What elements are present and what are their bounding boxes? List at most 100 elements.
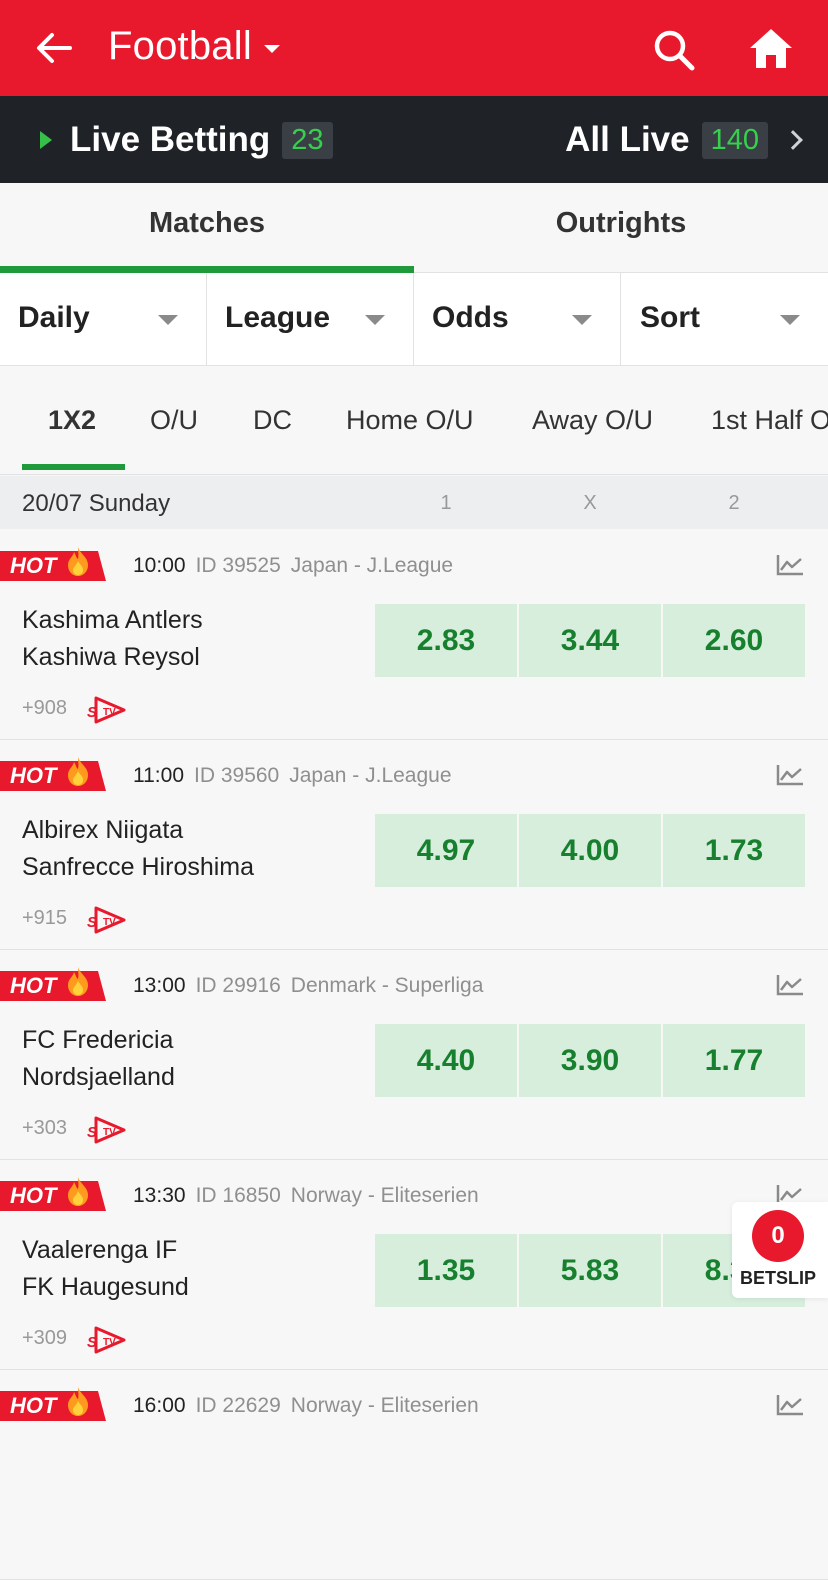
match-id: ID 39525: [195, 554, 281, 577]
svg-text:TV: TV: [103, 1127, 116, 1138]
market-tab-1x2[interactable]: 1X2: [48, 405, 96, 436]
odds-button[interactable]: 1.73: [663, 814, 805, 887]
stats-chart-icon[interactable]: [776, 554, 804, 576]
market-tab-away-ou[interactable]: Away O/U: [532, 405, 653, 436]
chevron-down-icon: [780, 315, 800, 325]
betslip-label: BETSLIP: [740, 1268, 817, 1288]
filter-label: Odds: [432, 301, 509, 334]
market-tabs: 1X2 O/U DC Home O/U Away O/U 1st Half O: [0, 367, 828, 475]
match-id: ID 22629: [195, 1394, 281, 1417]
filter-label: Sort: [640, 301, 700, 334]
hot-badge: HOT: [0, 757, 106, 791]
match-info: 13:00 ID 29916 Denmark - Superliga: [133, 974, 483, 998]
odds-button[interactable]: 4.97: [375, 814, 517, 887]
back-arrow-icon[interactable]: [34, 28, 74, 68]
svg-text:S: S: [87, 914, 97, 931]
odds-button[interactable]: 1.77: [663, 1024, 805, 1097]
hot-label: HOT: [10, 1393, 57, 1418]
match-info: 11:00 ID 39560 Japan - J.League: [133, 764, 452, 788]
hot-badge: HOT: [0, 547, 106, 581]
all-live-link[interactable]: All Live 140: [565, 120, 803, 160]
live-tv-icon[interactable]: S TV: [86, 694, 128, 726]
odds-button[interactable]: 1.35: [375, 1234, 517, 1307]
filter-league[interactable]: League: [207, 273, 414, 366]
match-row[interactable]: HOT 13:00 ID 29916 Denmark - Superliga FC Fr…: [0, 950, 828, 1160]
away-team: Kashiwa Reysol: [22, 643, 200, 671]
market-tab-indicator: [22, 464, 125, 470]
all-live-label: All Live: [565, 120, 690, 159]
odds-button[interactable]: 4.00: [519, 814, 661, 887]
live-betting-label: Live Betting: [70, 120, 271, 159]
stats-chart-icon[interactable]: [776, 974, 804, 996]
hot-badge: HOT: [0, 1387, 106, 1421]
live-tv-icon[interactable]: S TV: [86, 904, 128, 936]
live-betting-count: 23: [282, 121, 333, 159]
odds-button[interactable]: 3.44: [519, 604, 661, 677]
odds-button[interactable]: 4.40: [375, 1024, 517, 1097]
hot-badge: HOT: [0, 967, 106, 1001]
main-tabs: Matches Outrights: [0, 183, 828, 273]
hot-badge: HOT: [0, 1177, 106, 1211]
odds-button[interactable]: 5.83: [519, 1234, 661, 1307]
home-team: Vaalerenga IF: [22, 1236, 178, 1264]
svg-text:S: S: [87, 1334, 97, 1351]
stats-chart-icon[interactable]: [776, 764, 804, 786]
page-title: Football: [108, 24, 252, 68]
hot-label: HOT: [10, 1183, 57, 1208]
chevron-down-icon: [365, 315, 385, 325]
match-row[interactable]: HOT 10:00 ID 39525 Japan - J.League Kashima …: [0, 530, 828, 740]
match-time: 13:00: [133, 974, 186, 997]
top-bar: Football: [0, 0, 828, 96]
market-tab-ou[interactable]: O/U: [150, 405, 198, 436]
match-info: 13:30 ID 16850 Norway - Eliteserien: [133, 1184, 479, 1208]
more-markets-count[interactable]: +309: [22, 1327, 67, 1350]
odds-button[interactable]: 3.90: [519, 1024, 661, 1097]
filter-odds[interactable]: Odds: [414, 273, 621, 366]
live-tv-icon[interactable]: S TV: [86, 1324, 128, 1356]
match-league: Japan - J.League: [290, 554, 454, 577]
odds-button[interactable]: 2.83: [375, 604, 517, 677]
betslip-button[interactable]: 0 BETSLIP: [732, 1202, 828, 1298]
match-row[interactable]: HOT 16:00 ID 22629 Norway - Eliteserien: [0, 1370, 828, 1580]
match-time: 11:00: [133, 764, 184, 787]
column-x-label: X: [583, 492, 597, 514]
all-live-count: 140: [701, 121, 768, 159]
column-1-label: 1: [440, 492, 452, 514]
away-team: Nordsjaelland: [22, 1063, 175, 1091]
home-team: Albirex Niigata: [22, 816, 184, 844]
home-icon[interactable]: [748, 26, 794, 70]
match-info: 16:00 ID 22629 Norway - Eliteserien: [133, 1394, 479, 1418]
chevron-down-icon: [263, 44, 280, 53]
market-tab-dc[interactable]: DC: [253, 405, 292, 436]
filter-bar: Daily League Odds Sort: [0, 273, 828, 366]
play-icon: [40, 131, 52, 149]
tab-matches[interactable]: Matches: [0, 183, 414, 273]
match-league: Norway - Eliteserien: [290, 1184, 479, 1207]
match-time: 10:00: [133, 554, 186, 577]
more-markets-count[interactable]: +908: [22, 697, 67, 720]
market-tab-home-ou[interactable]: Home O/U: [346, 405, 474, 436]
home-team: Kashima Antlers: [22, 606, 203, 634]
odds-button[interactable]: 2.60: [663, 604, 805, 677]
live-betting-link[interactable]: Live Betting 23: [40, 120, 333, 160]
svg-text:S: S: [87, 1124, 97, 1141]
more-markets-count[interactable]: +303: [22, 1117, 67, 1140]
sport-selector[interactable]: Football: [108, 24, 280, 69]
svg-text:TV: TV: [103, 707, 116, 718]
live-bar: Live Betting 23 All Live 140: [0, 96, 828, 183]
filter-label: League: [225, 301, 331, 334]
live-tv-icon[interactable]: S TV: [86, 1114, 128, 1146]
match-info: 10:00 ID 39525 Japan - J.League: [133, 554, 453, 578]
filter-daily[interactable]: Daily: [0, 273, 207, 366]
market-tab-1st-half-ou[interactable]: 1st Half O: [711, 405, 828, 436]
match-row[interactable]: HOT 13:30 ID 16850 Norway - Eliteserien Vaal…: [0, 1160, 828, 1370]
filter-sort[interactable]: Sort: [622, 273, 828, 366]
stats-chart-icon[interactable]: [776, 1394, 804, 1416]
svg-text:TV: TV: [103, 1337, 116, 1348]
tab-outrights[interactable]: Outrights: [414, 183, 828, 273]
fire-icon: [68, 1387, 88, 1416]
match-row[interactable]: HOT 11:00 ID 39560 Japan - J.League Albirex …: [0, 740, 828, 950]
search-icon[interactable]: [652, 28, 696, 72]
more-markets-count[interactable]: +915: [22, 907, 67, 930]
date-header: 20/07 Sunday 1 X 2: [0, 476, 828, 529]
